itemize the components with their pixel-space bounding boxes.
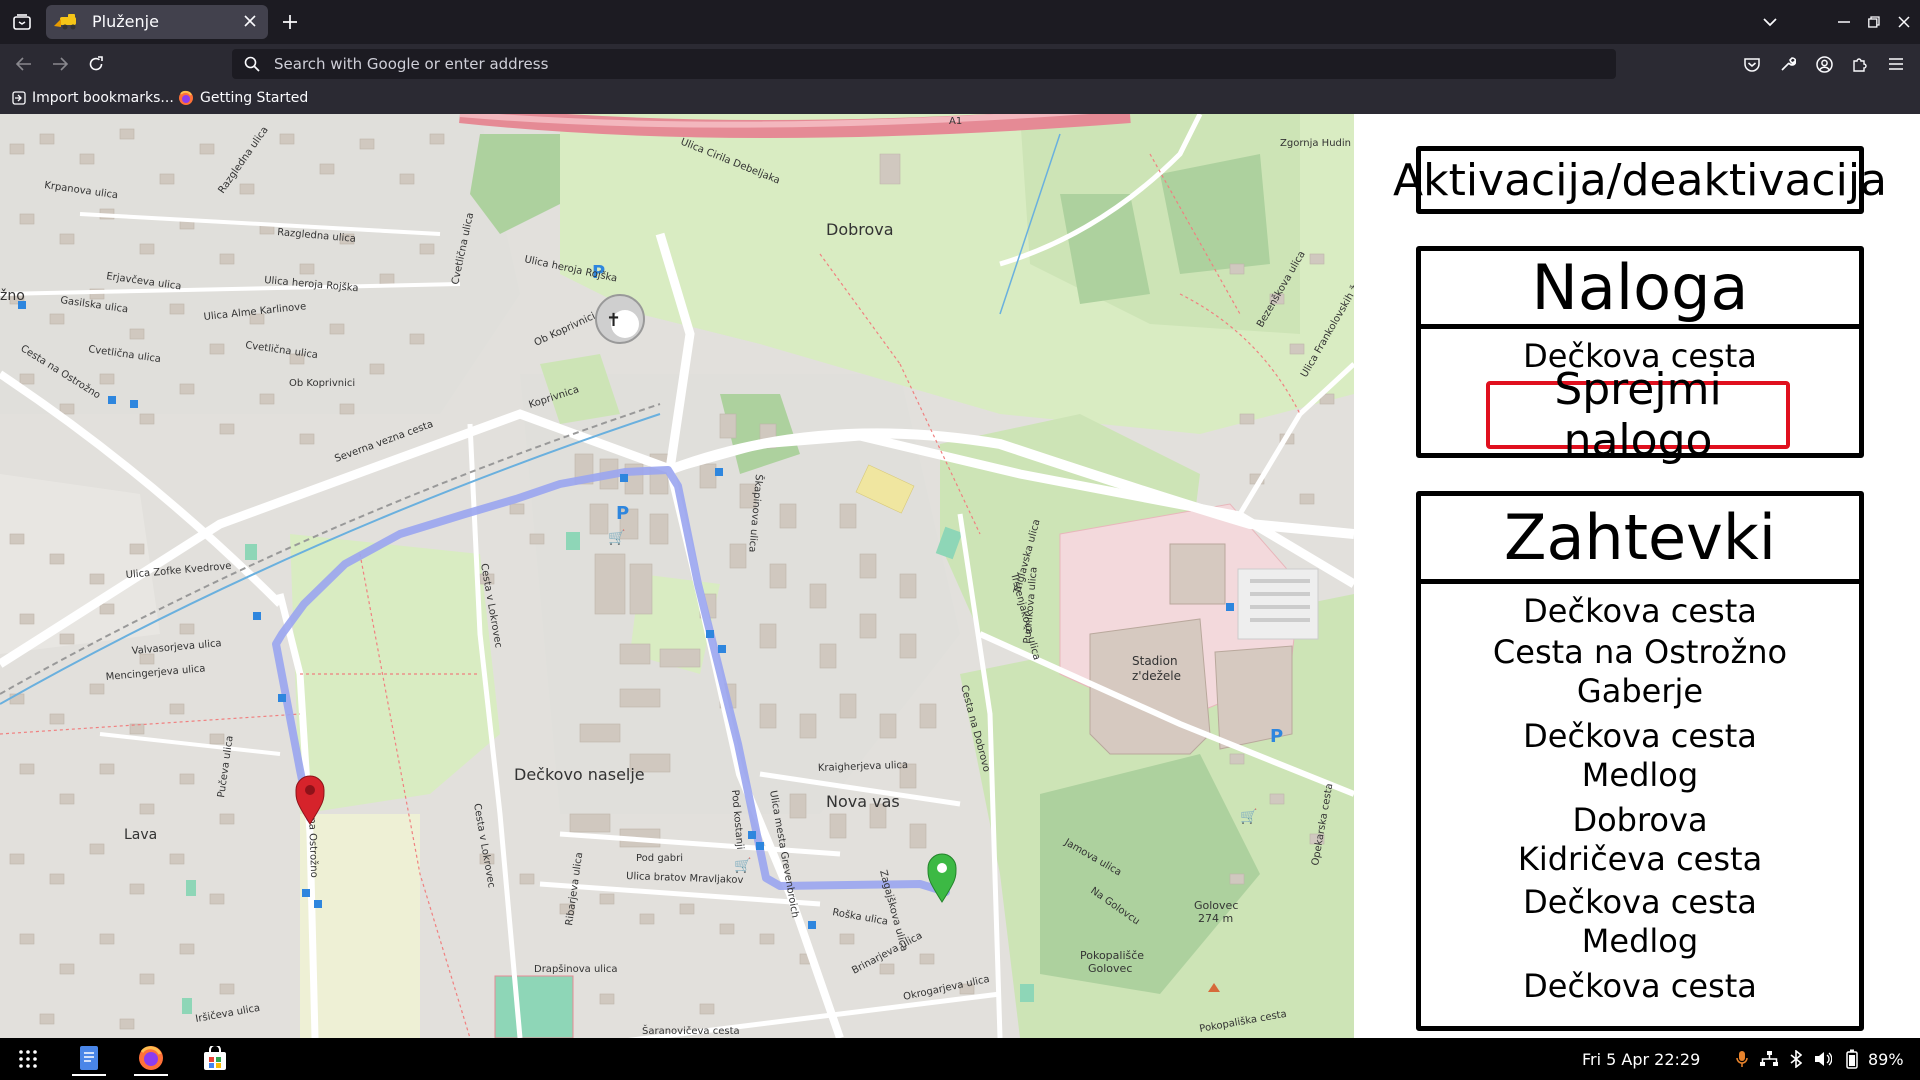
label-saranoviceva: Šaranovičeva cesta xyxy=(642,1024,740,1037)
snowplow-favicon-icon xyxy=(54,14,84,30)
label-zgornja-hudin: Zgornja Hudin xyxy=(1280,138,1351,149)
search-icon xyxy=(244,56,260,76)
pocket-icon[interactable] xyxy=(1738,50,1766,78)
close-tab-icon[interactable] xyxy=(240,11,260,31)
request-item[interactable]: Medlog xyxy=(1421,922,1859,961)
volume-icon[interactable] xyxy=(1812,1042,1834,1076)
address-input[interactable] xyxy=(274,49,1594,79)
app-grid-icon[interactable] xyxy=(12,1042,44,1076)
accept-task-button[interactable]: Sprejmi nalogo xyxy=(1486,364,1790,466)
task-panel: Naloga Dečkova cesta Sprejmi nalogo xyxy=(1416,246,1864,466)
bookmark-getting-started-label: Getting Started xyxy=(200,90,309,106)
bookmark-getting-started[interactable]: Getting Started xyxy=(178,90,308,106)
request-item[interactable]: Dečkova cesta xyxy=(1421,879,1859,922)
requests-panel: Zahtevki Dečkova cesta Cesta na Ostrožno… xyxy=(1416,491,1864,1031)
text-editor-icon[interactable] xyxy=(72,1042,106,1076)
battery-percentage: 89% xyxy=(1868,1050,1904,1069)
firefox-icon[interactable] xyxy=(134,1042,168,1076)
label-deckovo-naselje: Dečkovo naselje xyxy=(514,765,645,784)
label-golovec-height: 274 m xyxy=(1198,912,1233,925)
requests-list: Dečkova cesta Cesta na Ostrožno Gaberje … xyxy=(1421,584,1859,1006)
label-ob-koprivnici-2: Ob Koprivnici xyxy=(289,378,355,389)
menu-icon[interactable] xyxy=(1882,50,1910,78)
account-icon[interactable] xyxy=(1810,50,1838,78)
request-item[interactable]: Dečkova cesta xyxy=(1421,584,1859,633)
request-item[interactable]: Dečkova cesta xyxy=(1421,961,1859,1006)
tab-title: Pluženje xyxy=(92,12,159,31)
label-drapsinova: Drapšinova ulica xyxy=(534,963,617,975)
navigation-bar xyxy=(0,44,1920,84)
new-tab-icon[interactable] xyxy=(278,10,302,34)
address-bar[interactable] xyxy=(232,49,1616,79)
reload-icon[interactable] xyxy=(82,50,110,78)
label-nova-vas: Nova vas xyxy=(826,792,900,811)
request-item[interactable]: Kidričeva cesta xyxy=(1421,840,1859,879)
label-lava: Lava xyxy=(124,827,157,843)
restore-icon[interactable] xyxy=(1862,10,1886,34)
request-item[interactable]: Cesta na Ostrožno xyxy=(1421,633,1859,672)
list-all-tabs-icon[interactable] xyxy=(1758,10,1782,34)
microphone-icon[interactable] xyxy=(1732,1042,1752,1076)
request-item[interactable]: Medlog xyxy=(1421,756,1859,795)
side-panel: Aktivacija/deaktivacija Naloga Dečkova c… xyxy=(1354,114,1920,1038)
label-a1: A1 xyxy=(949,116,962,127)
label-stadion: Stadion xyxy=(1132,654,1178,668)
bookmarks-toolbar: Import bookmarks... Getting Started xyxy=(0,84,1920,114)
close-window-icon[interactable] xyxy=(1892,10,1916,34)
tab-pluzenje[interactable]: Pluženje xyxy=(46,5,268,39)
svg-text:P: P xyxy=(616,503,629,524)
label-dobrova: Dobrova xyxy=(826,220,894,239)
page-content: ✝ P P P 🛒 🛒 🛒 Dobrova Dečkovo naselje No… xyxy=(0,114,1920,1038)
bookmark-import-label: Import bookmarks... xyxy=(32,90,174,106)
svg-text:🛒: 🛒 xyxy=(1240,808,1257,825)
label-stadion-2: z'dežele xyxy=(1132,669,1181,683)
extensions-icon[interactable] xyxy=(1846,50,1874,78)
map[interactable]: ✝ P P P 🛒 🛒 🛒 Dobrova Dečkovo naselje No… xyxy=(0,114,1354,1038)
network-icon[interactable] xyxy=(1758,1042,1780,1076)
import-icon xyxy=(12,91,26,105)
forward-arrow-icon[interactable] xyxy=(46,50,74,78)
label-pokopalisce: Pokopališče xyxy=(1080,949,1144,962)
firefox-icon xyxy=(179,90,193,105)
activation-toggle-button[interactable]: Aktivacija/deaktivacija xyxy=(1393,146,1887,214)
back-arrow-icon[interactable] xyxy=(10,50,38,78)
tab-list-icon[interactable] xyxy=(8,8,36,36)
wrench-icon[interactable] xyxy=(1774,50,1802,78)
bluetooth-icon[interactable] xyxy=(1786,1042,1806,1076)
svg-text:P: P xyxy=(1270,726,1283,747)
bookmark-import[interactable]: Import bookmarks... xyxy=(12,90,174,106)
label-pod-gabri: Pod gabri xyxy=(636,853,683,864)
battery-icon[interactable] xyxy=(1842,1042,1862,1076)
svg-text:🛒: 🛒 xyxy=(608,529,625,546)
taskbar: Fri 5 Apr 22:29 89% xyxy=(0,1038,1920,1080)
requests-title: Zahtevki xyxy=(1421,496,1859,584)
label-pokopalisce-2: Golovec xyxy=(1088,962,1132,975)
svg-text:🛒: 🛒 xyxy=(734,857,751,874)
minimize-icon[interactable] xyxy=(1832,10,1856,34)
software-store-icon[interactable] xyxy=(198,1042,232,1076)
label-ostrozno: žno xyxy=(0,288,25,304)
request-item[interactable]: Dobrova xyxy=(1421,795,1859,840)
task-title: Naloga xyxy=(1421,251,1859,329)
clock[interactable]: Fri 5 Apr 22:29 xyxy=(1582,1050,1700,1069)
request-item[interactable]: Gaberje xyxy=(1421,672,1859,711)
request-item[interactable]: Dečkova cesta xyxy=(1421,711,1859,756)
label-golovec: Golovec xyxy=(1194,899,1238,912)
tab-bar: Pluženje xyxy=(0,0,1920,44)
svg-text:✝: ✝ xyxy=(606,310,621,331)
